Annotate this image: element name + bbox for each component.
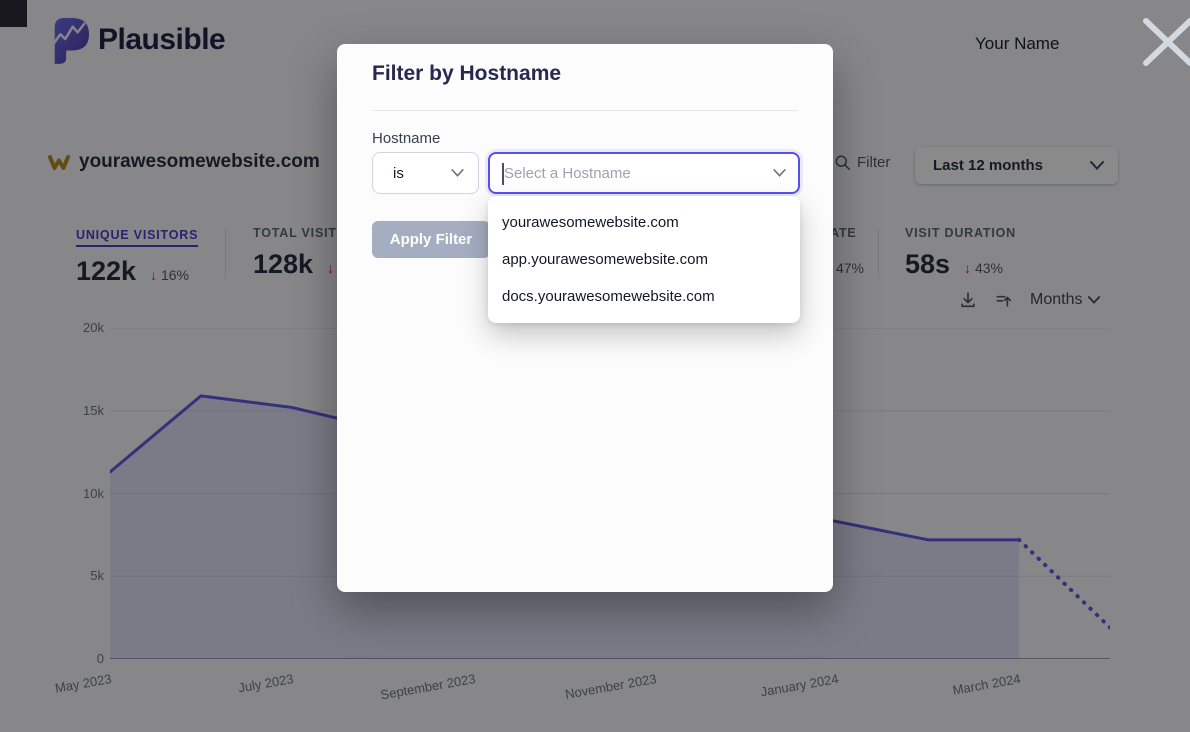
text-caret — [502, 163, 504, 185]
hostname-combobox[interactable] — [488, 152, 800, 194]
divider — [372, 110, 798, 111]
screen: Plausible Your Name yourawesomewebsite.c… — [0, 0, 1190, 732]
apply-filter-button[interactable]: Apply Filter — [372, 221, 490, 258]
operator-value: is — [393, 165, 404, 182]
chevron-down-icon — [773, 169, 786, 177]
modal-title: Filter by Hostname — [372, 62, 561, 86]
operator-select[interactable]: is — [372, 152, 479, 194]
hostname-options-list: yourawesomewebsite.com app.yourawesomewe… — [488, 196, 800, 323]
hostname-field-label: Hostname — [372, 130, 440, 147]
chevron-down-icon — [451, 169, 464, 177]
hostname-input[interactable] — [490, 165, 773, 182]
hostname-option[interactable]: docs.yourawesomewebsite.com — [488, 278, 800, 315]
hostname-option[interactable]: app.yourawesomewebsite.com — [488, 241, 800, 278]
filter-modal: Filter by Hostname Hostname is Apply Fil… — [337, 44, 833, 592]
close-icon[interactable] — [1142, 18, 1190, 66]
hostname-option[interactable]: yourawesomewebsite.com — [488, 204, 800, 241]
